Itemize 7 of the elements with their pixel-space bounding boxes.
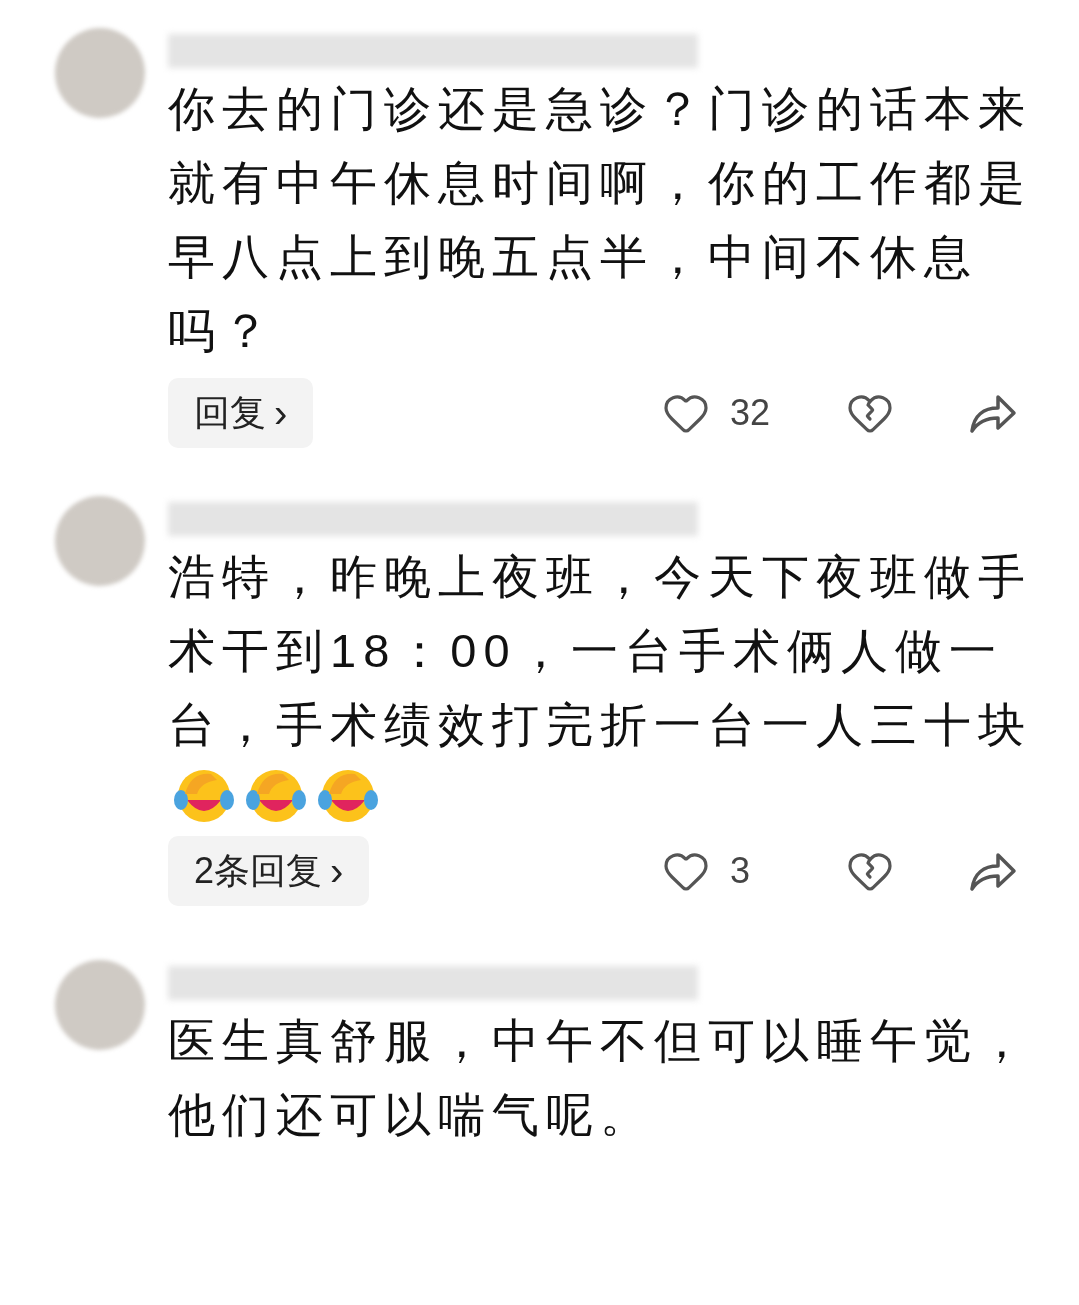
comment-text: 医生真舒服，中午不但可以睡午觉，他们还可以喘气呢。 [168,1013,1033,1143]
like-count: 3 [730,849,752,893]
comment-text: 你去的门诊还是急诊？门诊的话本来就有中午休息时间啊，你的工作都是早八点上到晚五点半，中间不休息吗？ [168,81,1033,359]
like-count: 32 [730,391,772,435]
comment-text: 浩特，昨晚上夜班，今天下夜班做手术干到18：00，一台手术俩人做一台，手术绩效打完折一台一人三十块 [168,549,1033,753]
reply-button[interactable]: 2条回复 › [168,836,370,906]
reply-button[interactable]: 回复 › [168,378,314,448]
